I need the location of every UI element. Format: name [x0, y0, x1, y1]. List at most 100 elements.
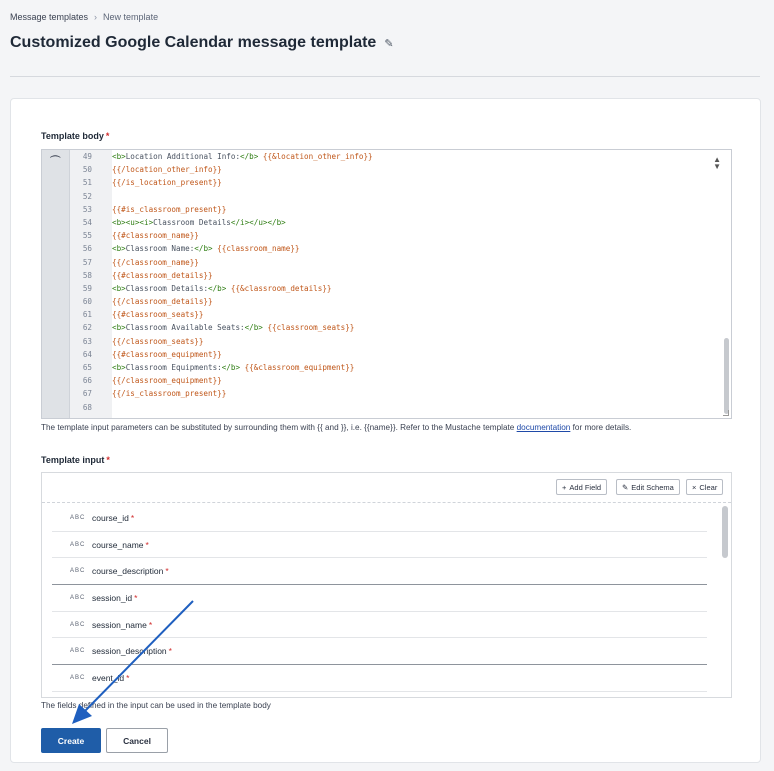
code-line[interactable]: 56 <b>Classroom Name:</b> {{classroom_nam…: [70, 242, 719, 255]
code-line[interactable]: 57 {{/classroom_name}}: [70, 256, 719, 269]
code-token: </i></u></b>: [230, 217, 286, 227]
code-line[interactable]: 64 {{#classroom_equipment}}: [70, 348, 719, 361]
template-body-editor[interactable]: ⏜ 49 <b>Location Additional Info:</b> {{&…: [41, 149, 732, 419]
required-mark: *: [165, 566, 169, 577]
code-token: {{#classroom_seats}}: [112, 310, 204, 320]
code-token: {{classroom_seats}}: [267, 323, 355, 333]
code-token: </b>: [221, 363, 241, 372]
resize-handle-icon[interactable]: [723, 410, 729, 416]
code-token: {{/classroom_name}}: [112, 257, 199, 267]
code-line[interactable]: 63 {{/classroom_seats}}: [70, 335, 719, 348]
line-number: 62: [82, 323, 92, 333]
code-line[interactable]: 50 {{/location_other_info}}: [70, 163, 719, 176]
code-text: {{/classroom_seats}}: [112, 335, 203, 348]
field-name: course_id: [92, 512, 129, 523]
code-lines[interactable]: 49 <b>Location Additional Info:</b> {{&lo…: [70, 150, 719, 414]
code-text: <b>Location Additional Info:</b> {{&loca…: [112, 150, 373, 163]
code-token: </b>: [208, 283, 227, 293]
code-line[interactable]: 58 {{#classroom_details}}: [70, 269, 719, 282]
create-button[interactable]: Create: [41, 728, 101, 753]
field-list-scrollbar[interactable]: [722, 506, 728, 558]
documentation-link[interactable]: documentation: [517, 423, 571, 432]
field-row[interactable]: ABC course_id *: [52, 505, 707, 532]
code-text: {{#classroom_details}}: [112, 269, 213, 282]
code-line[interactable]: 51 {{/is_location_present}}: [70, 176, 719, 189]
line-number: 51: [82, 178, 92, 188]
editor-scrollbar[interactable]: [724, 338, 729, 414]
field-row[interactable]: ABC session_description *: [52, 638, 707, 666]
code-text: <b>Classroom Name:</b> {{classroom_name}…: [112, 242, 299, 255]
code-text: {{#classroom_name}}: [112, 229, 199, 242]
add-field-button[interactable]: + Add Field: [556, 479, 608, 495]
code-token: {{#classroom_equipment}}: [112, 349, 222, 359]
code-token: Location Additional Info:: [125, 152, 241, 161]
divider: [10, 76, 760, 77]
line-number: 53: [82, 204, 92, 214]
code-line[interactable]: 52: [70, 190, 719, 203]
code-text: <b><u><i>Classroom Details</i></u></b>: [112, 216, 286, 229]
field-name: session_name: [92, 619, 147, 630]
code-line[interactable]: 68: [70, 401, 719, 414]
code-line[interactable]: 49 <b>Location Additional Info:</b> {{&lo…: [70, 150, 719, 163]
editor-fold-gutter: ⏜: [42, 150, 70, 418]
code-token: </b>: [244, 323, 263, 333]
template-body-label: Template body *: [41, 131, 110, 141]
field-row[interactable]: ABC session_id *: [52, 585, 707, 612]
code-line[interactable]: 65 <b>Classroom Equipments:</b> {{&classr…: [70, 361, 719, 374]
required-mark: *: [168, 646, 172, 657]
cancel-button[interactable]: Cancel: [106, 728, 168, 753]
breadcrumb-message-templates[interactable]: Message templates: [10, 12, 88, 22]
code-line[interactable]: 66 {{/classroom_equipment}}: [70, 374, 719, 387]
code-text: {{/location_other_info}}: [112, 163, 222, 176]
line-number: 50: [82, 165, 92, 175]
code-token: {{classroom_name}}: [217, 244, 300, 254]
breadcrumb-current: New template: [103, 12, 159, 22]
line-number: 56: [82, 244, 92, 254]
code-token: </b>: [194, 244, 213, 254]
template-input-toolbar: + Add Field ✎ Edit Schema × Clear: [42, 473, 731, 503]
field-name: session_id: [92, 592, 133, 603]
line-number: 66: [82, 376, 92, 386]
code-token: Classroom Name:: [125, 244, 195, 254]
close-icon: ×: [692, 482, 697, 492]
code-token: {{/classroom_seats}}: [112, 336, 204, 346]
code-token: {{/location_other_info}}: [112, 165, 222, 175]
code-line[interactable]: 60 {{/classroom_details}}: [70, 295, 719, 308]
string-type-icon: ABC: [70, 541, 86, 548]
field-name: event_id: [92, 672, 125, 683]
field-list: ABC course_id * ABC course_name * ABC course_de…: [52, 505, 707, 692]
template-body-hint: The template input parameters can be sub…: [41, 423, 632, 432]
line-number: 58: [82, 270, 92, 280]
code-line[interactable]: 67 {{/is_classroom_present}}: [70, 387, 719, 400]
edit-schema-button[interactable]: ✎ Edit Schema: [616, 479, 680, 495]
field-row[interactable]: ABC session_name *: [52, 612, 707, 639]
field-row[interactable]: ABC event_id *: [52, 665, 707, 692]
field-row[interactable]: ABC course_description *: [52, 558, 707, 586]
chevron-right-icon: ›: [94, 12, 98, 22]
field-name: session_description: [92, 646, 167, 657]
field-row[interactable]: ABC course_name *: [52, 532, 707, 559]
line-number: 54: [82, 217, 92, 227]
code-line[interactable]: 53 {{#is_classroom_present}}: [70, 203, 719, 216]
clear-button[interactable]: × Clear: [686, 479, 724, 495]
code-line[interactable]: 59 <b>Classroom Details:</b> {{&classroom…: [70, 282, 719, 295]
string-type-icon: ABC: [70, 648, 86, 655]
code-token: <b>: [112, 323, 126, 333]
plus-icon: +: [562, 482, 567, 492]
string-type-icon: ABC: [70, 568, 86, 575]
pencil-icon: ✎: [622, 482, 629, 492]
code-line[interactable]: 54 <b><u><i>Classroom Details</i></u></b>: [70, 216, 719, 229]
string-type-icon: ABC: [70, 514, 86, 521]
template-input-label: Template input *: [41, 455, 110, 465]
code-line[interactable]: 55 {{#classroom_name}}: [70, 229, 719, 242]
scroll-arrows-icon[interactable]: ▲ ▼: [713, 156, 721, 171]
code-line[interactable]: 61 {{#classroom_seats}}: [70, 308, 719, 321]
fold-icon[interactable]: ⏜: [50, 156, 61, 169]
string-type-icon: ABC: [70, 674, 86, 681]
line-number: 64: [82, 349, 92, 359]
pencil-edit-icon[interactable]: ✎: [384, 37, 393, 50]
template-input-panel: + Add Field ✎ Edit Schema × Clear ABC course…: [41, 472, 732, 698]
code-text: <b>Classroom Equipments:</b> {{&classroo…: [112, 361, 354, 374]
code-token: {{/is_classroom_present}}: [112, 389, 227, 399]
code-line[interactable]: 62 <b>Classroom Available Seats:</b> {{cl…: [70, 321, 719, 334]
